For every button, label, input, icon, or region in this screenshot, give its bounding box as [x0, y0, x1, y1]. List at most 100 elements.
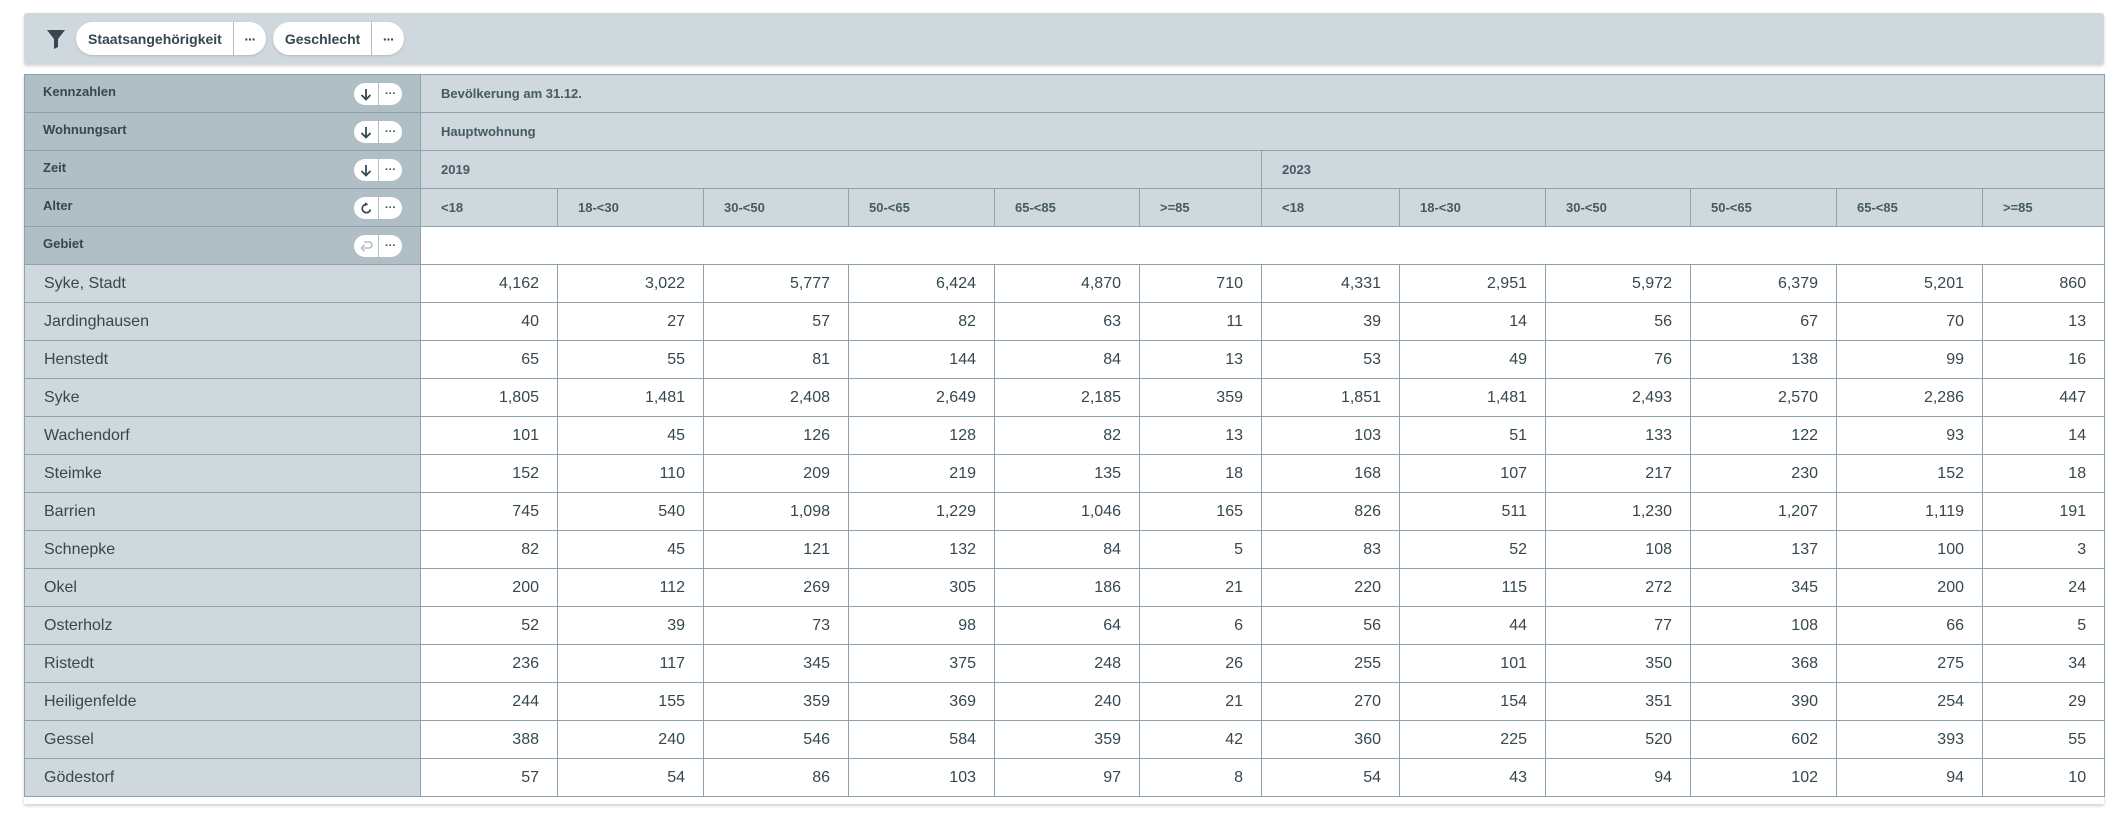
value-cell: 1,119 — [1836, 492, 1983, 531]
more-options-button[interactable]: ··· — [232, 22, 266, 55]
value-cell: 511 — [1399, 492, 1546, 531]
value-cell: 53 — [1261, 340, 1400, 379]
value-cell: 546 — [703, 720, 849, 759]
value-cell: 3 — [1981, 530, 2106, 569]
value-cell: 99 — [1836, 340, 1983, 379]
value-cell: 121 — [703, 530, 849, 569]
age-group-header: >=85 — [1139, 188, 1262, 227]
filter-chip-label[interactable]: Staatsangehörigkeit — [76, 22, 233, 55]
more-options-button[interactable]: ··· — [371, 22, 404, 55]
value-cell: 45 — [557, 530, 704, 569]
value-cell: 255 — [1261, 644, 1400, 683]
dim-label: Kennzahlen — [43, 84, 116, 99]
value-cell: 18 — [1981, 454, 2106, 493]
value-cell: 43 — [1399, 758, 1546, 797]
value-cell: 81 — [703, 340, 849, 379]
value-cell: 73 — [703, 606, 849, 645]
value-cell: 275 — [1836, 644, 1983, 683]
value-cell: 6 — [1139, 606, 1262, 645]
value-cell: 21 — [1139, 568, 1262, 607]
row-header-gebiet: Gessel — [24, 720, 421, 759]
filter-chip-label[interactable]: Geschlecht — [273, 22, 371, 55]
dim-label: Gebiet — [43, 236, 84, 251]
value-cell: 108 — [1545, 530, 1691, 569]
value-cell: 217 — [1545, 454, 1691, 493]
dim-header-alter: Alter ··· — [24, 188, 421, 227]
more-options-button[interactable]: ··· — [378, 159, 402, 181]
dim-controls: ··· — [354, 121, 402, 143]
value-cell: 64 — [994, 606, 1140, 645]
value-cell: 42 — [1139, 720, 1262, 759]
age-group-header: <18 — [1261, 188, 1400, 227]
value-cell: 100 — [1836, 530, 1983, 569]
row-header-gebiet: Schnepke — [24, 530, 421, 569]
value-cell: 126 — [703, 416, 849, 455]
value-cell: 4,870 — [994, 264, 1140, 303]
value-cell: 101 — [1399, 644, 1546, 683]
row-header-gebiet: Syke — [24, 378, 421, 417]
value-cell: 76 — [1545, 340, 1691, 379]
more-options-button[interactable]: ··· — [378, 197, 402, 219]
value-cell: 107 — [1399, 454, 1546, 493]
value-cell: 54 — [1261, 758, 1400, 797]
value-cell: 393 — [1836, 720, 1983, 759]
kennzahl-value: Bevölkerung am 31.12. — [419, 74, 2106, 113]
value-cell: 18 — [1139, 454, 1262, 493]
filter-chip-geschlecht[interactable]: Geschlecht ··· — [272, 22, 405, 55]
value-cell: 368 — [1690, 644, 1837, 683]
dim-controls: ··· — [354, 235, 402, 257]
value-cell: 1,805 — [420, 378, 558, 417]
value-cell: 236 — [420, 644, 558, 683]
value-cell: 27 — [557, 302, 704, 341]
value-cell: 219 — [848, 454, 995, 493]
value-cell: 39 — [1261, 302, 1400, 341]
dim-header-zeit: Zeit ··· — [24, 150, 421, 189]
value-cell: 128 — [848, 416, 995, 455]
value-cell: 200 — [420, 568, 558, 607]
value-cell: 345 — [1690, 568, 1837, 607]
value-cell: 5 — [1981, 606, 2106, 645]
row-header-gebiet: Barrien — [24, 492, 421, 531]
table-row: Gödestorf 57 54 86 103 97 8 54 43 94 102 94 10 — [24, 758, 2106, 797]
rotate-icon[interactable] — [354, 197, 378, 219]
value-cell: 1,481 — [1399, 378, 1546, 417]
value-cell: 13 — [1139, 340, 1262, 379]
value-cell: 154 — [1399, 682, 1546, 721]
table-row: Steimke 152 110 209 219 135 18 168 107 217 230 152 1… — [24, 454, 2106, 493]
value-cell: 70 — [1836, 302, 1983, 341]
value-cell: 138 — [1690, 340, 1837, 379]
value-cell: 51 — [1399, 416, 1546, 455]
value-cell: 44 — [1399, 606, 1546, 645]
row-header-gebiet: Heiligenfelde — [24, 682, 421, 721]
value-cell: 83 — [1261, 530, 1400, 569]
value-cell: 350 — [1545, 644, 1691, 683]
more-options-button[interactable]: ··· — [378, 235, 402, 257]
value-cell: 122 — [1690, 416, 1837, 455]
value-cell: 63 — [994, 302, 1140, 341]
table-row: Henstedt 65 55 81 144 84 13 53 49 76 138 99 16 — [24, 340, 2106, 379]
table-row: Wachendorf 101 45 126 128 82 13 103 51 133 122 93 14 — [24, 416, 2106, 455]
value-cell: 65 — [420, 340, 558, 379]
sort-down-icon[interactable] — [354, 159, 378, 181]
value-cell: 305 — [848, 568, 995, 607]
age-group-header: 50-<65 — [848, 188, 995, 227]
row-header-gebiet: Jardinghausen — [24, 302, 421, 341]
value-cell: 447 — [1981, 378, 2106, 417]
value-cell: 117 — [557, 644, 704, 683]
filter-chip-staatsangehoerigkeit[interactable]: Staatsangehörigkeit ··· — [76, 22, 266, 55]
more-options-button[interactable]: ··· — [378, 121, 402, 143]
value-cell: 103 — [848, 758, 995, 797]
value-cell: 13 — [1139, 416, 1262, 455]
value-cell: 108 — [1690, 606, 1837, 645]
dim-label: Zeit — [43, 160, 67, 175]
row-header-gebiet: Gödestorf — [24, 758, 421, 797]
age-group-header: 50-<65 — [1690, 188, 1837, 227]
sort-down-icon[interactable] — [354, 121, 378, 143]
value-cell: 4,162 — [420, 264, 558, 303]
value-cell: 1,207 — [1690, 492, 1837, 531]
filter-icon[interactable] — [46, 28, 66, 50]
value-cell: 165 — [1139, 492, 1262, 531]
row-header-gebiet: Steimke — [24, 454, 421, 493]
more-options-button[interactable]: ··· — [378, 83, 402, 105]
sort-down-icon[interactable] — [354, 83, 378, 105]
